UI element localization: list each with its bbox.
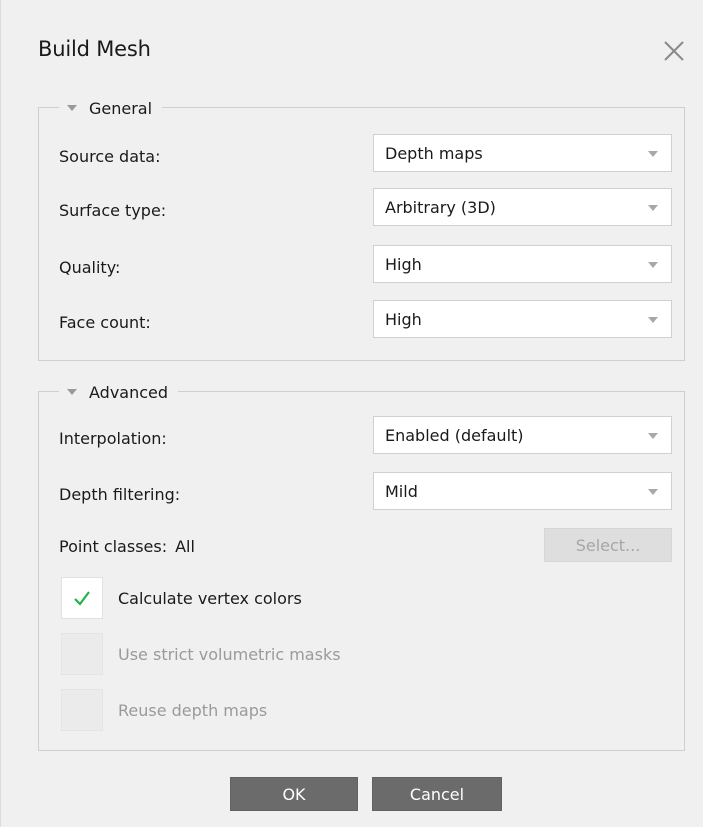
ok-button[interactable]: OK: [230, 777, 358, 811]
general-group: General Source data: Depth maps Surface …: [38, 97, 685, 361]
strict-volumetric-masks-label: Use strict volumetric masks: [118, 644, 341, 664]
general-group-toggle[interactable]: General: [59, 97, 163, 119]
calculate-vertex-colors-label: Calculate vertex colors: [118, 588, 302, 608]
close-button[interactable]: [659, 36, 689, 66]
calculate-vertex-colors-row: Calculate vertex colors: [61, 577, 302, 619]
collapse-triangle-icon: [67, 105, 77, 111]
select-point-classes-button[interactable]: Select...: [544, 528, 672, 562]
strict-volumetric-masks-row: Use strict volumetric masks: [61, 633, 341, 675]
dropdown-arrow-icon: [648, 317, 658, 323]
dropdown-arrow-icon: [648, 205, 658, 211]
calculate-vertex-colors-checkbox[interactable]: [61, 577, 103, 619]
point-classes-label: Point classes:: [59, 537, 168, 556]
face-count-select[interactable]: High: [373, 300, 672, 338]
surface-type-select[interactable]: Arbitrary (3D): [373, 188, 672, 226]
quality-label: Quality:: [59, 258, 121, 277]
surface-type-value: Arbitrary (3D): [385, 197, 496, 217]
interpolation-label: Interpolation:: [59, 429, 167, 448]
reuse-depth-maps-label: Reuse depth maps: [118, 700, 268, 720]
general-group-title: General: [89, 98, 153, 118]
advanced-group: Advanced Interpolation: Enabled (default…: [38, 381, 685, 751]
advanced-group-toggle[interactable]: Advanced: [59, 381, 179, 403]
quality-select[interactable]: High: [373, 245, 672, 283]
point-classes-row: Point classes: All: [59, 537, 195, 556]
dropdown-arrow-icon: [648, 433, 658, 439]
point-classes-value: All: [175, 537, 195, 556]
reuse-depth-maps-row: Reuse depth maps: [61, 689, 267, 731]
strict-volumetric-masks-checkbox[interactable]: [61, 633, 103, 675]
title-bar: Build Mesh: [1, 0, 703, 78]
advanced-group-title: Advanced: [89, 382, 169, 402]
depth-filtering-label: Depth filtering:: [59, 485, 181, 504]
depth-filtering-select[interactable]: Mild: [373, 472, 672, 510]
source-data-label: Source data:: [59, 147, 161, 166]
cancel-button[interactable]: Cancel: [372, 777, 502, 811]
face-count-value: High: [385, 309, 422, 329]
surface-type-label: Surface type:: [59, 201, 167, 220]
quality-value: High: [385, 254, 422, 274]
interpolation-value: Enabled (default): [385, 425, 524, 445]
dialog-title: Build Mesh: [38, 37, 151, 61]
checkmark-icon: [74, 591, 90, 606]
dropdown-arrow-icon: [648, 262, 658, 268]
collapse-triangle-icon: [67, 389, 77, 395]
source-data-value: Depth maps: [385, 143, 483, 163]
dropdown-arrow-icon: [648, 151, 658, 157]
source-data-select[interactable]: Depth maps: [373, 134, 672, 172]
close-icon: [664, 41, 684, 61]
face-count-label: Face count:: [59, 313, 151, 332]
dropdown-arrow-icon: [648, 489, 658, 495]
build-mesh-dialog: Build Mesh General Source data: Depth ma…: [0, 0, 703, 827]
depth-filtering-value: Mild: [385, 481, 418, 501]
reuse-depth-maps-checkbox[interactable]: [61, 689, 103, 731]
interpolation-select[interactable]: Enabled (default): [373, 416, 672, 454]
